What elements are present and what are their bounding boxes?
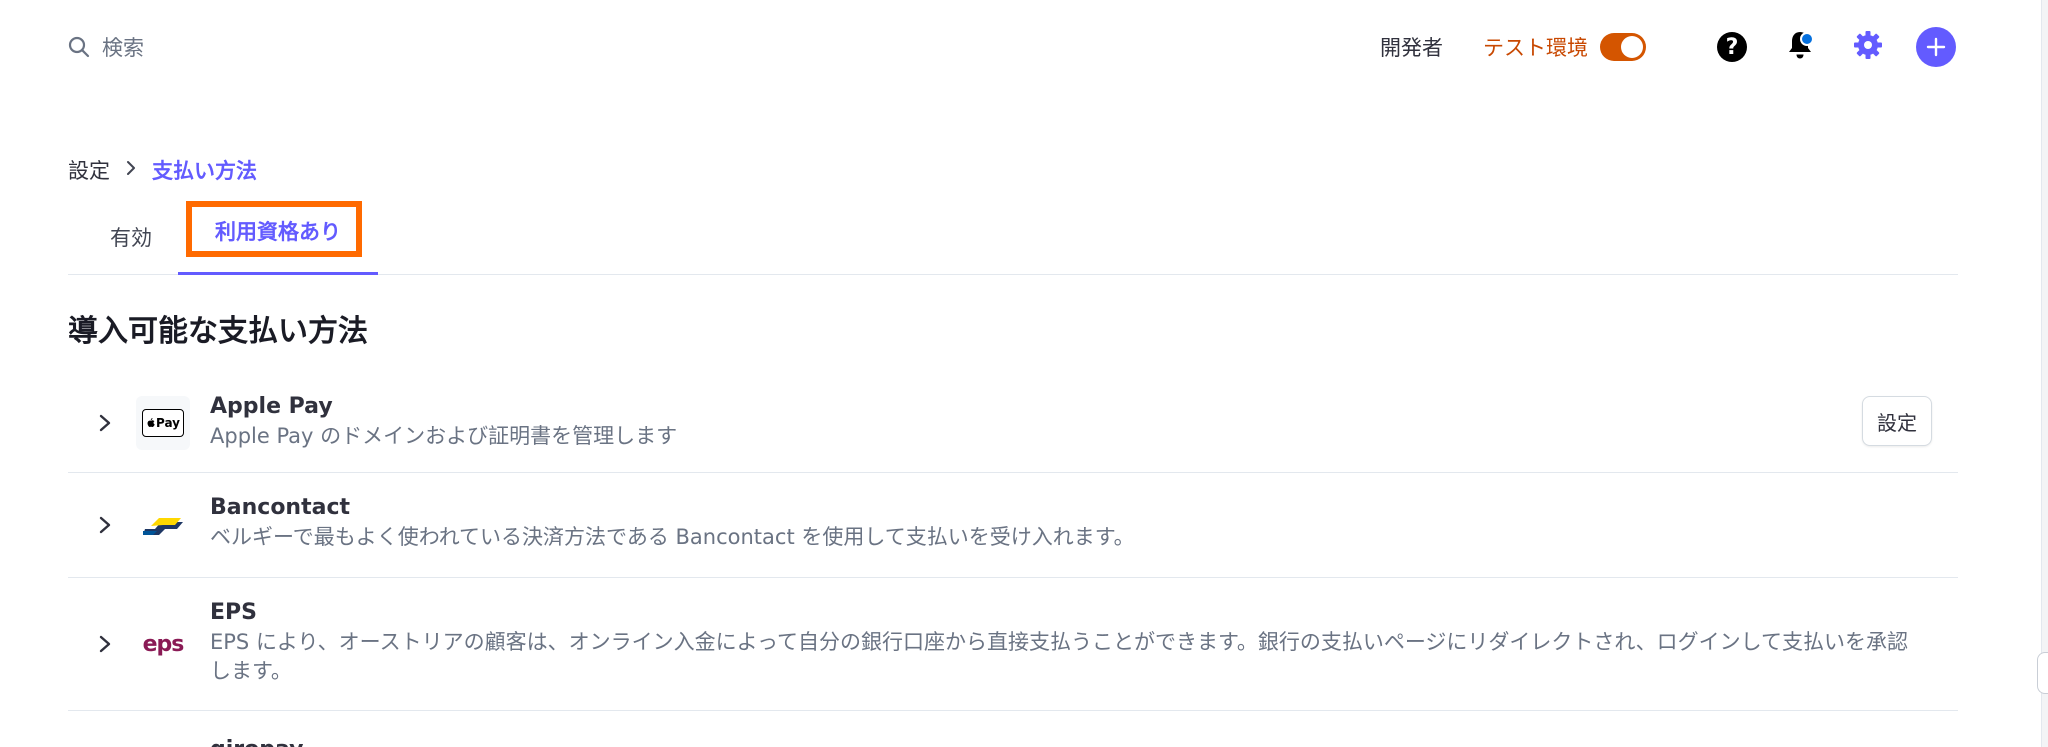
top-right-controls: 開発者 テスト環境 ? xyxy=(1380,25,1958,69)
payment-method-name: Bancontact xyxy=(210,495,351,520)
side-panel-handle[interactable] xyxy=(2037,652,2048,694)
tab-active[interactable]: 有効 xyxy=(101,200,161,274)
breadcrumb: 設定 支払い方法 xyxy=(68,155,257,185)
create-button[interactable] xyxy=(1914,25,1958,69)
payment-method-description: Apple Pay のドメインおよび証明書を管理します xyxy=(210,424,678,448)
payment-method-row-bancontact[interactable]: Bancontact ベルギーで最もよく使われている決済方法である Bancon… xyxy=(68,473,1958,578)
payment-method-name: Apple Pay xyxy=(210,394,333,419)
tab-selected-underline xyxy=(178,272,378,275)
eps-logo: eps xyxy=(136,617,190,671)
search-placeholder: 検索 xyxy=(102,36,144,60)
settings-button[interactable] xyxy=(1846,25,1890,69)
payment-method-text: Bancontact ベルギーで最もよく使われている決済方法である Bancon… xyxy=(210,493,1918,552)
test-mode-toggle[interactable]: テスト環境 xyxy=(1483,32,1646,62)
payment-method-text: giropay xyxy=(210,735,1918,747)
payment-method-name: EPS xyxy=(210,600,257,625)
section-title: 導入可能な支払い方法 xyxy=(68,314,368,349)
top-bar: 検索 開発者 テスト環境 ? xyxy=(68,22,1958,72)
gear-icon xyxy=(1853,30,1883,64)
chevron-right-icon xyxy=(124,158,138,182)
chevron-right-icon[interactable] xyxy=(97,514,115,536)
payment-method-row-apple-pay[interactable]: Pay Apple Pay Apple Pay のドメインおよび証明書を管理しま… xyxy=(68,374,1958,473)
test-mode-label: テスト環境 xyxy=(1483,36,1588,60)
payment-method-row-eps[interactable]: eps EPS EPS により、オーストリアの顧客は、オンライン入金によって自分… xyxy=(68,578,1958,711)
tab-eligible[interactable]: 利用資格あり xyxy=(178,200,378,275)
tab-bar: 有効 利用資格あり xyxy=(68,200,1958,275)
tab-eligible-label: 利用資格あり xyxy=(215,220,341,244)
help-icon: ? xyxy=(1717,32,1747,62)
chevron-right-icon[interactable] xyxy=(97,633,115,655)
payment-method-text: EPS EPS により、オーストリアの顧客は、オンライン入金によって自分の銀行口… xyxy=(210,598,1918,686)
apple-pay-badge: Pay xyxy=(142,409,184,437)
search-input[interactable]: 検索 xyxy=(68,32,144,62)
search-icon xyxy=(68,36,90,58)
breadcrumb-settings[interactable]: 設定 xyxy=(68,155,110,185)
toggle-switch[interactable] xyxy=(1600,33,1646,61)
help-button[interactable]: ? xyxy=(1710,25,1754,69)
chevron-right-icon[interactable] xyxy=(97,412,115,434)
configure-button[interactable]: 設定 xyxy=(1862,396,1932,446)
payment-method-description: ベルギーで最もよく使われている決済方法である Bancontact を使用して支… xyxy=(210,525,1135,549)
page: 検索 開発者 テスト環境 ? 設定 支払い方法 有効 利用資格あり 導入可能な支… xyxy=(0,0,2048,747)
developers-link[interactable]: 開発者 xyxy=(1380,32,1443,62)
notification-dot xyxy=(1800,32,1814,46)
eps-logo-text: eps xyxy=(142,631,185,657)
payment-method-description: EPS により、オーストリアの顧客は、オンライン入金によって自分の銀行口座から直… xyxy=(210,630,1908,683)
apple-pay-logo-text: Pay xyxy=(155,416,181,430)
payment-method-text: Apple Pay Apple Pay のドメインおよび証明書を管理します xyxy=(210,392,1918,451)
plus-icon xyxy=(1916,27,1956,67)
payment-method-name: giropay xyxy=(210,735,1918,747)
bancontact-logo xyxy=(136,498,190,552)
toggle-knob xyxy=(1621,36,1643,58)
notifications-button[interactable] xyxy=(1778,25,1822,69)
payment-method-row-giropay[interactable]: giropay xyxy=(68,711,1958,747)
tab-active-label: 有効 xyxy=(110,226,152,250)
breadcrumb-current[interactable]: 支払い方法 xyxy=(152,155,257,185)
scrollbar-track[interactable] xyxy=(2041,0,2048,747)
apple-pay-logo: Pay xyxy=(136,396,190,450)
payment-method-list: Pay Apple Pay Apple Pay のドメインおよび証明書を管理しま… xyxy=(68,374,1958,747)
